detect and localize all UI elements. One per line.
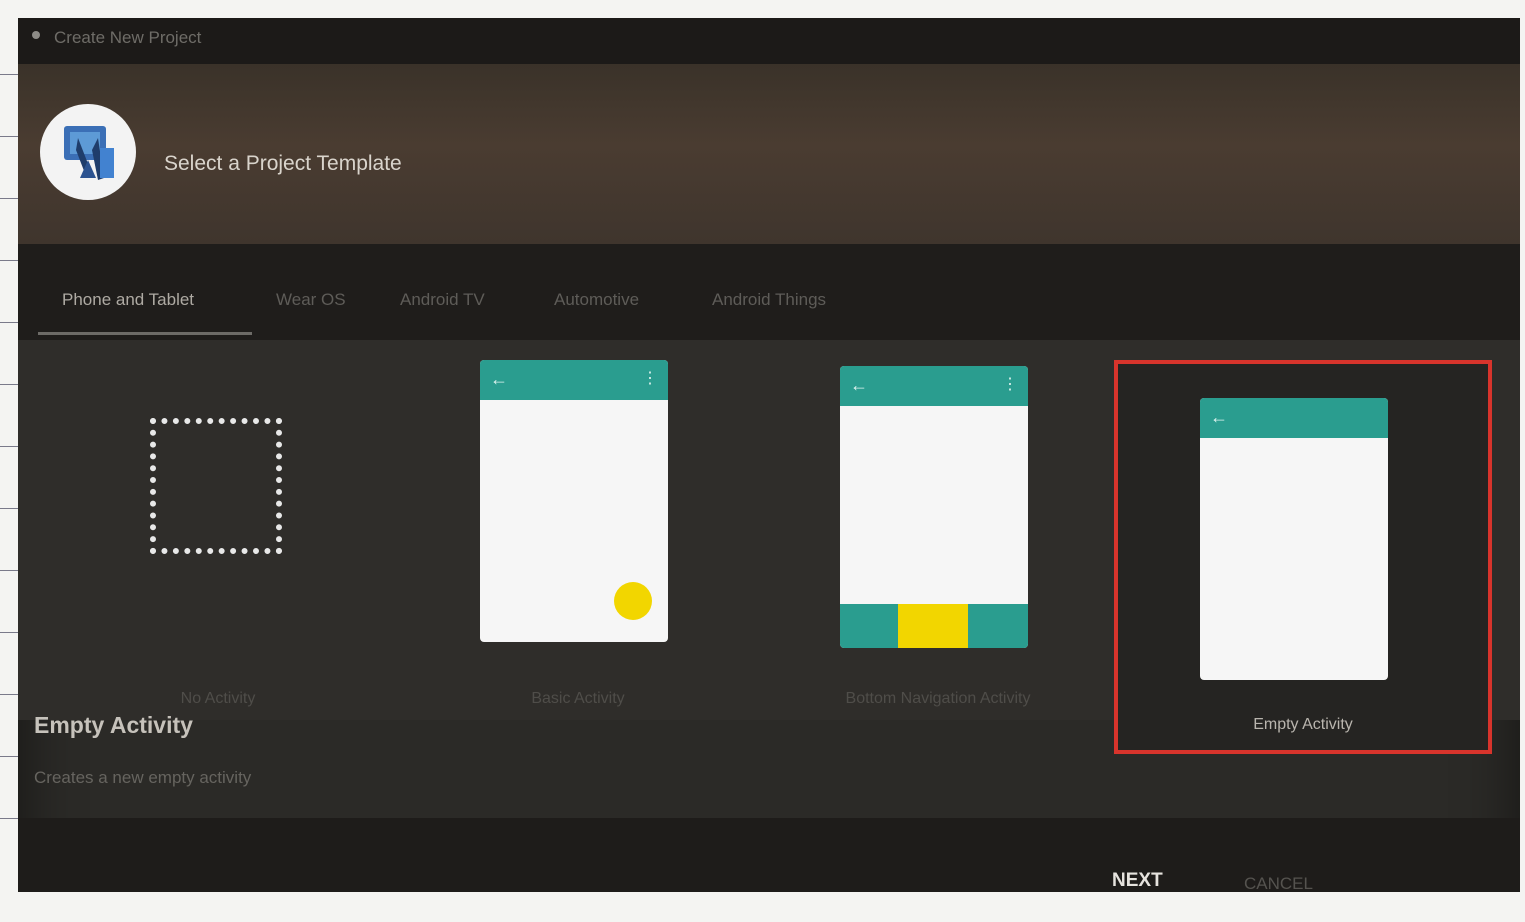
empty-activity-preview: ← [1200, 398, 1388, 680]
ruled-line [0, 756, 18, 757]
category-tabs: Phone and Tablet Wear OS Android TV Auto… [18, 244, 1520, 340]
tab-android-things[interactable]: Android Things [712, 290, 826, 310]
ruled-line [0, 260, 18, 261]
ruled-line [0, 508, 18, 509]
tab-android-tv[interactable]: Android TV [400, 290, 485, 310]
create-project-dialog: Create New Project Select a Project Temp… [18, 18, 1520, 892]
template-empty-activity[interactable]: ← Empty Activity [1114, 360, 1492, 754]
window-title: Create New Project [54, 28, 202, 47]
template-no-activity[interactable]: No Activity [78, 340, 358, 718]
dialog-footer: NEXT CANCEL [18, 818, 1520, 892]
back-arrow-icon: ← [1210, 407, 1228, 427]
ruled-line [0, 384, 18, 385]
description-body: Creates a new empty activity [34, 768, 252, 787]
no-activity-preview [150, 418, 282, 554]
android-studio-logo-icon [40, 104, 136, 200]
fab-icon [614, 582, 652, 620]
description-title: Empty Activity [34, 712, 193, 738]
template-gallery: No Activity ← ⋮ Basic Activity ← ⋮ Botto… [18, 340, 1520, 754]
bottom-navigation-bar [840, 604, 1028, 648]
ruled-line [0, 198, 18, 199]
next-button[interactable]: NEXT [1112, 870, 1163, 892]
dialog-header: Select a Project Template [18, 64, 1520, 244]
ruled-line [0, 446, 18, 447]
template-bottom-navigation-activity[interactable]: ← ⋮ Bottom Navigation Activity [798, 340, 1078, 718]
tab-automotive[interactable]: Automotive [554, 290, 639, 310]
title-bar: Create New Project [18, 18, 1520, 64]
header-title: Select a Project Template [164, 152, 402, 175]
cancel-button[interactable]: CANCEL [1244, 874, 1313, 892]
ruled-line [0, 322, 18, 323]
back-arrow-icon: ← [850, 375, 868, 395]
back-arrow-icon: ← [490, 369, 508, 389]
app-bar: ← ⋮ [840, 366, 1028, 406]
basic-activity-preview: ← ⋮ [480, 360, 668, 642]
template-basic-activity[interactable]: ← ⋮ Basic Activity [438, 340, 718, 718]
active-tab-indicator [38, 332, 252, 335]
tab-wear-os[interactable]: Wear OS [276, 290, 346, 310]
app-bar: ← [1200, 398, 1388, 438]
bottom-nav-selected-item [898, 604, 968, 648]
overflow-menu-icon: ⋮ [642, 370, 658, 387]
ruled-line [0, 632, 18, 633]
window-icon [32, 31, 40, 39]
ruled-line [0, 136, 18, 137]
template-description: Empty Activity Creates a new empty activ… [18, 698, 1520, 818]
tab-phone-and-tablet[interactable]: Phone and Tablet [62, 290, 194, 310]
ruled-line [0, 570, 18, 571]
ruled-line [0, 694, 18, 695]
bottom-nav-activity-preview: ← ⋮ [840, 366, 1028, 648]
app-bar: ← ⋮ [480, 360, 668, 400]
ruled-line [0, 818, 18, 819]
overflow-menu-icon: ⋮ [1002, 376, 1018, 393]
ruled-line [0, 74, 18, 75]
